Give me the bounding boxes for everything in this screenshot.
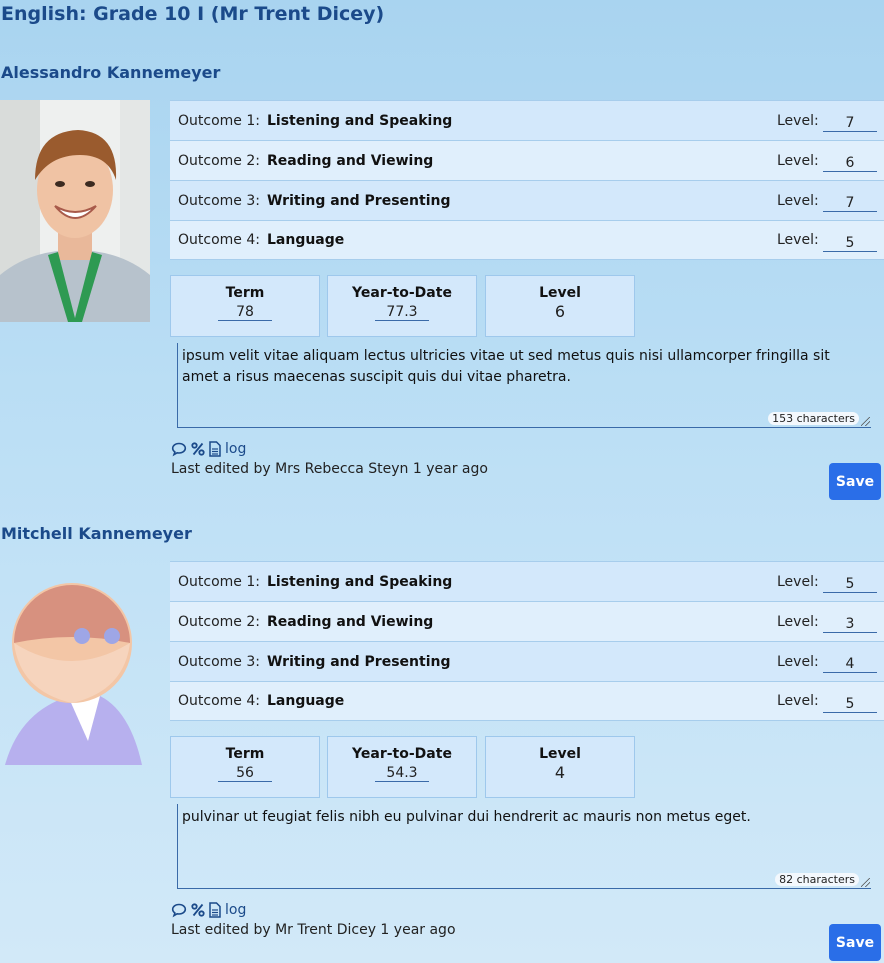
comment-icon[interactable] [171, 441, 187, 457]
outcomes-table: Outcome 1: Listening and Speaking Level:… [170, 561, 884, 721]
year-to-date-label: Year-to-Date [352, 285, 452, 301]
comment-tools: log [171, 441, 246, 457]
resize-handle[interactable] [861, 878, 870, 887]
outcome-label: Outcome 4: [178, 232, 260, 248]
level-input[interactable]: 5 [823, 231, 877, 252]
outcome-name: Reading and Viewing [266, 613, 434, 630]
level-label: Level: [777, 152, 819, 169]
level-box: Level 4 [485, 736, 635, 798]
character-count: 82 characters [775, 873, 859, 886]
year-to-date-value: 54.3 [375, 765, 429, 782]
comment-text: ipsum velit vitae aliquam lectus ultrici… [182, 348, 830, 385]
document-icon[interactable] [209, 441, 221, 457]
percent-icon[interactable] [191, 902, 205, 918]
year-to-date-value: 77.3 [375, 304, 429, 321]
outcome-row: Outcome 4: Language Level: 5 [170, 681, 884, 721]
outcome-name: Language [266, 232, 345, 248]
document-icon[interactable] [209, 902, 221, 918]
log-link[interactable]: log [225, 441, 246, 457]
outcome-row: Outcome 2: Reading and Viewing Level: 3 [170, 601, 884, 641]
level-label: Level: [777, 112, 819, 129]
comment-textarea[interactable]: pulvinar ut feugiat felis nibh eu pulvin… [177, 804, 871, 889]
level-label: Level: [777, 613, 819, 630]
percent-icon[interactable] [191, 441, 205, 457]
term-label: Term [225, 746, 265, 762]
overall-level-value: 4 [554, 763, 566, 782]
term-value: 78 [218, 304, 272, 321]
comment-icon[interactable] [171, 902, 187, 918]
overall-level-value: 6 [554, 302, 566, 321]
student-photo [0, 100, 150, 322]
course-title: English: Grade 10 I (Mr Trent Dicey) [1, 3, 385, 25]
comment-textarea[interactable]: ipsum velit vitae aliquam lectus ultrici… [177, 343, 871, 428]
term-label: Term [225, 285, 265, 301]
level-input[interactable]: 7 [823, 111, 877, 132]
avatar-placeholder-icon [0, 561, 150, 783]
outcome-label: Outcome 1: [178, 573, 260, 590]
outcome-row: Outcome 3: Writing and Presenting Level:… [170, 180, 884, 220]
term-box: Term 78 [170, 275, 320, 337]
outcome-row: Outcome 3: Writing and Presenting Level:… [170, 641, 884, 681]
comment-tools: log [171, 902, 246, 918]
outcome-row: Outcome 1: Listening and Speaking Level:… [170, 561, 884, 601]
level-input[interactable]: 3 [823, 612, 877, 633]
overall-level-label: Level [539, 746, 581, 762]
year-to-date-label: Year-to-Date [352, 746, 452, 762]
level-label: Level: [777, 192, 819, 209]
term-box: Term 56 [170, 736, 320, 798]
save-button[interactable]: Save [829, 463, 881, 500]
outcome-name: Writing and Presenting [266, 653, 451, 670]
resize-handle[interactable] [861, 417, 870, 426]
level-input[interactable]: 7 [823, 191, 877, 212]
level-input[interactable]: 6 [823, 151, 877, 172]
outcome-label: Outcome 2: [178, 613, 260, 630]
last-edited: Last edited by Mrs Rebecca Steyn 1 year … [171, 461, 488, 477]
outcome-name: Reading and Viewing [266, 152, 434, 169]
outcome-name: Writing and Presenting [266, 192, 451, 209]
outcomes-table: Outcome 1: Listening and Speaking Level:… [170, 100, 884, 260]
student-name: Mitchell Kannemeyer [1, 524, 192, 543]
outcome-label: Outcome 4: [178, 693, 260, 709]
outcome-row: Outcome 2: Reading and Viewing Level: 6 [170, 140, 884, 180]
overall-level-label: Level [539, 285, 581, 301]
level-box: Level 6 [485, 275, 635, 337]
outcome-name: Listening and Speaking [266, 573, 453, 590]
level-label: Level: [777, 693, 819, 709]
outcome-label: Outcome 3: [178, 192, 260, 209]
level-label: Level: [777, 232, 819, 248]
outcome-name: Listening and Speaking [266, 112, 453, 129]
level-input[interactable]: 5 [823, 692, 877, 713]
outcome-label: Outcome 1: [178, 112, 260, 129]
term-value: 56 [218, 765, 272, 782]
log-link[interactable]: log [225, 902, 246, 918]
level-label: Level: [777, 653, 819, 670]
outcome-name: Language [266, 693, 345, 709]
outcome-row: Outcome 4: Language Level: 5 [170, 220, 884, 260]
level-input[interactable]: 4 [823, 652, 877, 673]
outcome-label: Outcome 3: [178, 653, 260, 670]
student-name: Alessandro Kannemeyer [1, 63, 221, 82]
year-to-date-box: Year-to-Date 77.3 [327, 275, 477, 337]
year-to-date-box: Year-to-Date 54.3 [327, 736, 477, 798]
save-button[interactable]: Save [829, 924, 881, 961]
last-edited: Last edited by Mr Trent Dicey 1 year ago [171, 922, 456, 938]
comment-text: pulvinar ut feugiat felis nibh eu pulvin… [182, 809, 751, 825]
outcome-row: Outcome 1: Listening and Speaking Level:… [170, 100, 884, 140]
outcome-label: Outcome 2: [178, 152, 260, 169]
level-input[interactable]: 5 [823, 572, 877, 593]
level-label: Level: [777, 573, 819, 590]
character-count: 153 characters [768, 412, 859, 425]
